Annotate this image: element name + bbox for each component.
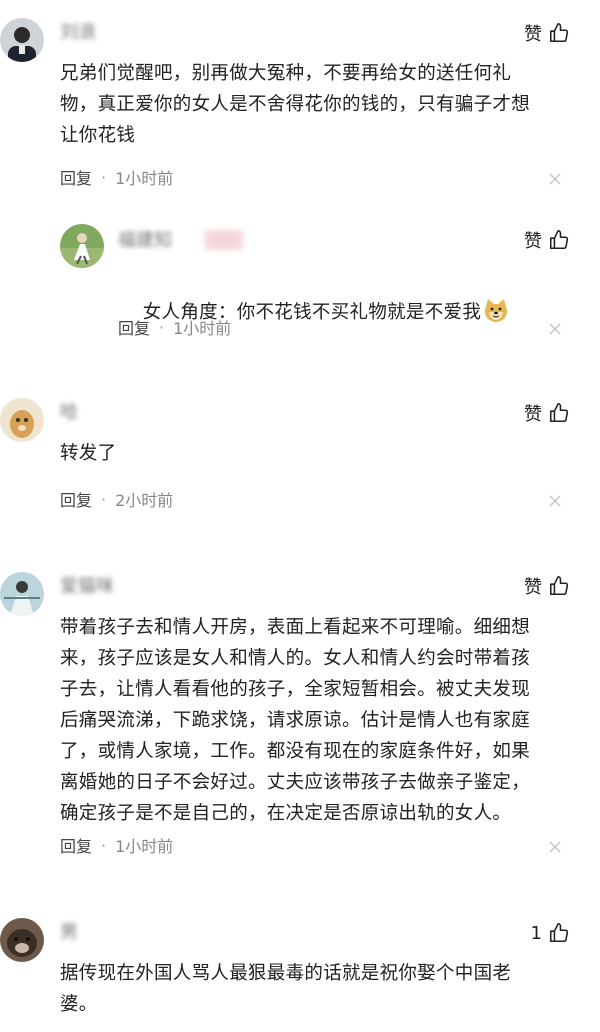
reply-button[interactable]: 回复: [60, 165, 92, 189]
reply-button[interactable]: 回复: [118, 315, 150, 339]
like-label: 赞: [524, 577, 542, 598]
thumbs-up-icon: [549, 923, 569, 943]
user-badge: [205, 230, 243, 250]
timestamp: 1小时前: [173, 319, 232, 338]
avatar[interactable]: [0, 18, 44, 62]
avatar[interactable]: [0, 572, 44, 616]
comment-item: 刘浪 赞 兄弟们觉醒吧，别再做大冤种，不要再给女的送任何礼 物，真正爱你的女人是…: [0, 0, 600, 200]
close-icon[interactable]: [548, 494, 562, 508]
separator: ·: [101, 489, 107, 509]
comment-meta: 回复 · 2小时前: [60, 487, 173, 511]
like-button[interactable]: 赞: [524, 20, 570, 46]
avatar[interactable]: [0, 918, 44, 962]
thumbs-up-icon: [549, 230, 569, 250]
like-button[interactable]: 赞: [524, 227, 570, 253]
comment-text: 转发了: [60, 443, 117, 464]
separator: ·: [159, 317, 165, 337]
timestamp: 1小时前: [115, 169, 174, 188]
like-button[interactable]: 赞: [524, 400, 570, 426]
avatar[interactable]: [0, 398, 44, 442]
thumbs-up-icon: [549, 23, 569, 43]
close-icon[interactable]: [548, 172, 562, 186]
like-button[interactable]: 1: [531, 920, 570, 946]
comment-item: 男 1 据传现在外国人骂人最狠最毒的话就是祝你娶个中国老 婆。: [0, 890, 600, 1032]
username[interactable]: 哈: [60, 400, 175, 426]
avatar[interactable]: [60, 224, 104, 268]
doge-emoji-icon: [485, 299, 508, 322]
like-label: 赞: [524, 404, 542, 425]
timestamp: 1小时前: [115, 837, 174, 856]
close-icon[interactable]: [548, 322, 562, 336]
like-label: 赞: [524, 231, 542, 252]
close-icon[interactable]: [548, 840, 562, 854]
reply-text-line: 女人角度：你不花钱不买礼物就是不爱我: [118, 266, 558, 359]
thumbs-up-icon: [549, 576, 569, 596]
comment-item: 哈 赞 转发了 回复 · 2小时前: [0, 370, 600, 540]
comment-meta: 回复 · 1小时前: [60, 165, 173, 189]
like-label: 赞: [524, 24, 542, 45]
username[interactable]: 爱猫咪: [60, 574, 172, 600]
comment-text: 带着孩子去和情人开房，表面上看起来不可理喻。细细想 来，孩子应该是女人和情人的。…: [60, 617, 531, 824]
comment-text: 据传现在外国人骂人最狠最毒的话就是祝你娶个中国老 婆。: [60, 963, 512, 1015]
comment-text: 兄弟们觉醒吧，别再做大冤种，不要再给女的送任何礼 物，真正爱你的女人是不舍得花你…: [60, 63, 531, 146]
like-count: 1: [530, 922, 542, 944]
username[interactable]: 男: [60, 920, 175, 946]
like-button[interactable]: 赞: [524, 573, 570, 599]
reply-item: 福建知 赞 女人角度：你不花钱不买礼物就是不爱我 回复 · 1小时前: [0, 200, 600, 370]
reply-button[interactable]: 回复: [60, 833, 92, 857]
reply-button[interactable]: 回复: [60, 487, 92, 511]
comment-item: 爱猫咪 赞 带着孩子去和情人开房，表面上看起来不可理喻。细细想 来，孩子应该是女…: [0, 540, 600, 890]
comment-meta: 回复 · 1小时前: [118, 315, 231, 339]
username[interactable]: 福建知: [118, 228, 200, 254]
username[interactable]: 刘浪: [60, 20, 140, 46]
separator: ·: [101, 835, 107, 855]
comment-meta: 回复 · 1小时前: [60, 833, 173, 857]
separator: ·: [101, 167, 107, 187]
thumbs-up-icon: [549, 403, 569, 423]
timestamp: 2小时前: [115, 491, 174, 510]
